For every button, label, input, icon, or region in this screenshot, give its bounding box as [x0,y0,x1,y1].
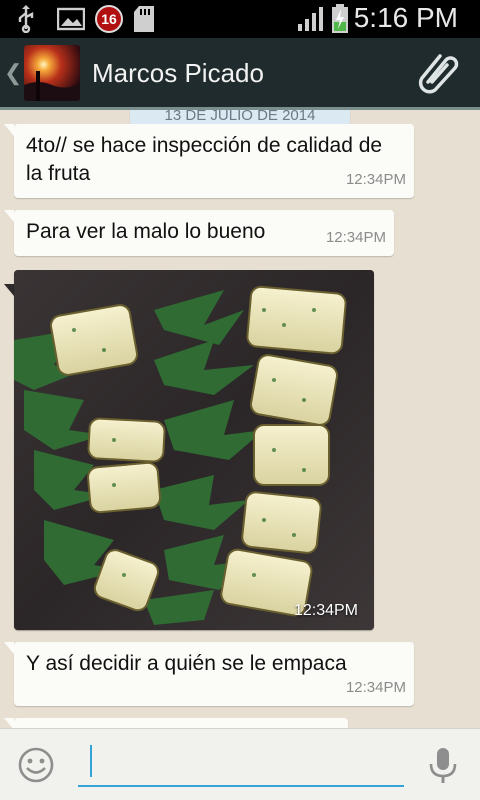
signal-icon [296,4,326,34]
message-bubble[interactable] [4,718,348,728]
message-time: 12:34PM [345,679,406,696]
message-bubble[interactable]: Para ver la malo lo bueno 12:34PM [4,210,394,256]
smiley-icon[interactable] [16,745,56,790]
chevron-left-icon[interactable]: ❮ [4,60,22,86]
bubble-tail [4,718,14,728]
sd-card-icon [132,4,156,34]
usb-icon [14,4,38,34]
message-input[interactable] [78,741,404,787]
message-bubble[interactable]: Y así decidir a quién se le empaca 12:34… [4,642,414,706]
bubble-tail [4,210,14,222]
bubble-tail [4,284,14,296]
notification-count: 16 [95,5,123,33]
bubble-tail [4,642,14,654]
image-message[interactable]: 12:34PM [14,270,374,630]
status-time: 5:16 PM [353,2,458,33]
message-time: 12:34PM [345,171,406,188]
message-time: 12:34PM [293,602,358,619]
pineapple-photo [14,270,374,630]
message-input-bar [0,728,480,800]
status-bar: 16 5:16 PM [0,0,480,38]
chat-header: ❮ Marcos Picado [0,38,480,110]
gallery-icon [56,4,86,34]
bubble-tail [4,124,14,136]
chat-area[interactable]: 13 DE JULIO DE 2014 4to// se hace inspec… [0,110,480,728]
message-time: 12:34PM [325,229,386,246]
battery-charging-icon [330,4,350,34]
text-cursor [90,745,92,777]
paperclip-icon[interactable] [418,52,462,101]
contact-name[interactable]: Marcos Picado [92,58,264,89]
notification-count-badge: 16 [94,4,124,34]
avatar[interactable] [24,45,80,101]
microphone-icon[interactable] [428,747,458,790]
message-bubble[interactable]: 4to// se hace inspección de calidad de l… [4,124,414,198]
